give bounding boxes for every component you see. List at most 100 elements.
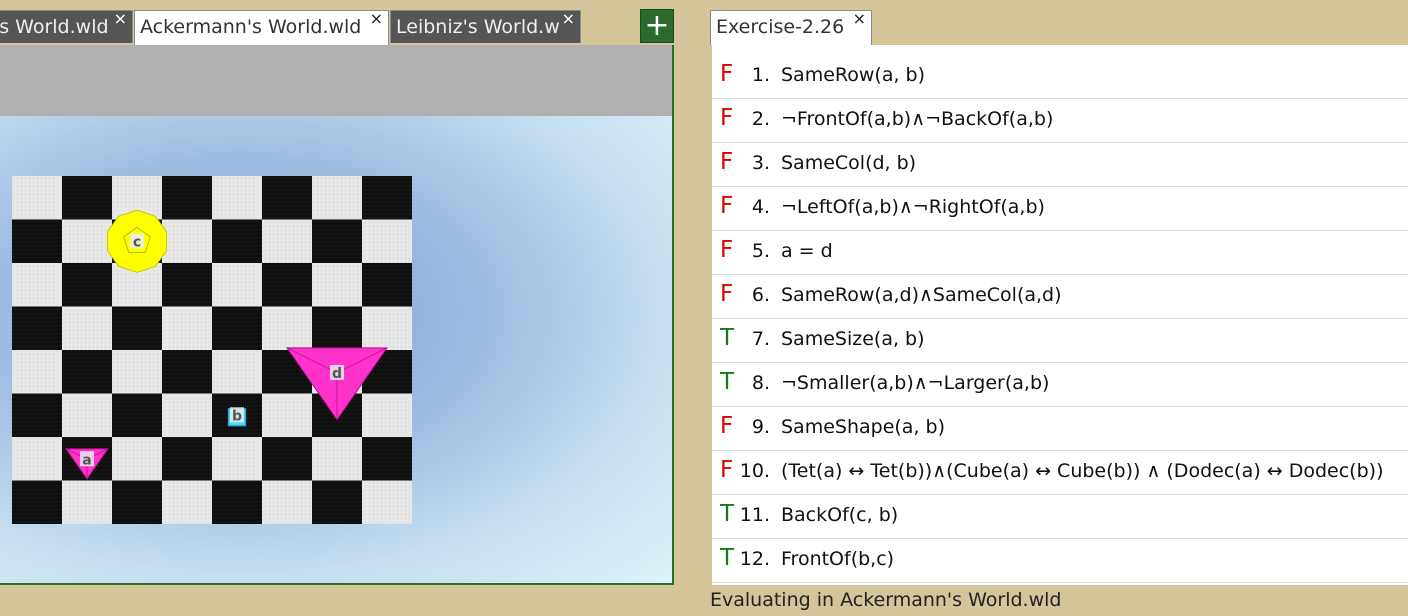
- world-board[interactable]: c d b a: [12, 176, 412, 524]
- sentence-number: 10.: [739, 460, 770, 482]
- board-square[interactable]: [162, 219, 213, 264]
- sentence-number: 9.: [751, 416, 770, 438]
- board-square[interactable]: [162, 263, 213, 307]
- world-tab-bolzano[interactable]: 's World.wld ×: [0, 10, 133, 43]
- sentence-text[interactable]: SameRow(a,d)∧SameCol(a,d): [781, 284, 1062, 306]
- board-square[interactable]: [212, 219, 263, 264]
- sentence-text[interactable]: SameSize(a, b): [781, 328, 925, 350]
- board-square[interactable]: [362, 480, 412, 525]
- board-square[interactable]: [362, 437, 412, 481]
- board-square[interactable]: [12, 219, 63, 264]
- sentence-text[interactable]: SameCol(d, b): [781, 152, 916, 174]
- board-square[interactable]: [162, 437, 213, 481]
- object-b[interactable]: b: [227, 407, 247, 427]
- sentence-text[interactable]: FrontOf(b,c): [781, 548, 894, 570]
- board-square[interactable]: [362, 219, 412, 264]
- sentence-row[interactable]: F 1. SameRow(a, b): [712, 55, 1408, 99]
- board-square[interactable]: [12, 306, 63, 351]
- world-tab-label: 's World.wld: [0, 16, 109, 38]
- board-square[interactable]: [262, 306, 313, 351]
- board-square[interactable]: [112, 306, 163, 351]
- board-square[interactable]: [312, 176, 363, 220]
- sentence-row[interactable]: F 4. ¬LeftOf(a,b)∧¬RightOf(a,b): [712, 187, 1408, 231]
- world-tab-ackermann[interactable]: Ackermann's World.wld ×: [134, 10, 389, 45]
- board-square[interactable]: [162, 350, 213, 394]
- board-square[interactable]: [312, 437, 363, 481]
- sentence-tab-exercise[interactable]: Exercise-2.26 ×: [710, 10, 872, 45]
- board-square[interactable]: [112, 393, 163, 438]
- board-square[interactable]: [112, 350, 163, 394]
- sentence-text[interactable]: SameShape(a, b): [781, 416, 945, 438]
- sentence-number: 7.: [751, 328, 770, 350]
- close-icon[interactable]: ×: [114, 11, 127, 27]
- sentence-text[interactable]: SameRow(a, b): [781, 64, 925, 86]
- board-square[interactable]: [212, 350, 263, 394]
- board-square[interactable]: [62, 480, 113, 525]
- board-square[interactable]: [262, 176, 313, 220]
- board-square[interactable]: [162, 393, 213, 438]
- board-square[interactable]: [312, 263, 363, 307]
- board-square[interactable]: [212, 306, 263, 351]
- board-square[interactable]: [262, 480, 313, 525]
- board-square[interactable]: [12, 263, 63, 307]
- board-square[interactable]: [312, 219, 363, 264]
- board-square[interactable]: [12, 393, 63, 438]
- board-square[interactable]: [12, 437, 63, 481]
- board-square[interactable]: [12, 176, 63, 220]
- board-square[interactable]: [212, 176, 263, 220]
- object-c[interactable]: c: [107, 209, 167, 273]
- board-square[interactable]: [362, 306, 412, 351]
- sentence-text[interactable]: ¬FrontOf(a,b)∧¬BackOf(a,b): [781, 108, 1053, 130]
- sentence-row[interactable]: F 5. a = d: [712, 231, 1408, 275]
- sentence-row[interactable]: F 9. SameShape(a, b): [712, 407, 1408, 451]
- board-square[interactable]: [212, 437, 263, 481]
- board-square[interactable]: [62, 219, 113, 264]
- board-square[interactable]: [362, 176, 412, 220]
- board-square[interactable]: [62, 350, 113, 394]
- board-square[interactable]: [212, 263, 263, 307]
- board-square[interactable]: [262, 219, 313, 264]
- board-square[interactable]: [62, 393, 113, 438]
- board-square[interactable]: [12, 350, 63, 394]
- board-square[interactable]: [312, 306, 363, 351]
- board-square[interactable]: [62, 176, 113, 220]
- board-square[interactable]: [162, 306, 213, 351]
- sentence-row[interactable]: F 2. ¬FrontOf(a,b)∧¬BackOf(a,b): [712, 99, 1408, 143]
- add-world-button[interactable]: +: [640, 9, 674, 43]
- board-square[interactable]: [262, 393, 313, 438]
- sentence-row[interactable]: F 10. (Tet(a) ↔ Tet(b))∧(Cube(a) ↔ Cube(…: [712, 451, 1408, 495]
- sentence-row[interactable]: T 8. ¬Smaller(a,b)∧¬Larger(a,b): [712, 363, 1408, 407]
- sentence-text[interactable]: a = d: [781, 240, 833, 262]
- board-square[interactable]: [112, 437, 163, 481]
- board-square[interactable]: [162, 480, 213, 525]
- close-icon[interactable]: ×: [562, 11, 575, 27]
- sentence-row[interactable]: F 6. SameRow(a,d)∧SameCol(a,d): [712, 275, 1408, 319]
- board-square[interactable]: [262, 437, 313, 481]
- sentence-row[interactable]: T 11. BackOf(c, b): [712, 495, 1408, 539]
- board-square[interactable]: [262, 263, 313, 307]
- sentence-row[interactable]: F 3. SameCol(d, b): [712, 143, 1408, 187]
- board-square[interactable]: [312, 480, 363, 525]
- board-square[interactable]: [212, 480, 263, 525]
- sentence-panel: F 1. SameRow(a, b) F 2. ¬FrontOf(a,b)∧¬B…: [712, 45, 1408, 585]
- board-square[interactable]: [62, 306, 113, 351]
- board-square[interactable]: [362, 263, 412, 307]
- sentence-text[interactable]: BackOf(c, b): [781, 504, 898, 526]
- sentence-number: 12.: [739, 548, 770, 570]
- object-label: b: [232, 408, 242, 424]
- world-tab-leibniz[interactable]: Leibniz's World.w ×: [390, 10, 581, 43]
- board-square[interactable]: [112, 480, 163, 525]
- sentence-text[interactable]: ¬LeftOf(a,b)∧¬RightOf(a,b): [781, 196, 1045, 218]
- board-square[interactable]: [62, 263, 113, 307]
- board-square[interactable]: [362, 393, 412, 438]
- sentence-text[interactable]: (Tet(a) ↔ Tet(b))∧(Cube(a) ↔ Cube(b)) ∧ …: [781, 460, 1383, 482]
- board-square[interactable]: [162, 176, 213, 220]
- board-square[interactable]: [12, 480, 63, 525]
- close-icon[interactable]: ×: [853, 11, 866, 27]
- board-canvas[interactable]: c d b a: [12, 176, 412, 524]
- sentence-row[interactable]: T 12. FrontOf(b,c): [712, 539, 1408, 583]
- status-bar-text: Evaluating in Ackermann's World.wld: [710, 589, 1062, 611]
- sentence-row[interactable]: T 7. SameSize(a, b): [712, 319, 1408, 363]
- sentence-text[interactable]: ¬Smaller(a,b)∧¬Larger(a,b): [781, 372, 1049, 394]
- close-icon[interactable]: ×: [370, 11, 383, 27]
